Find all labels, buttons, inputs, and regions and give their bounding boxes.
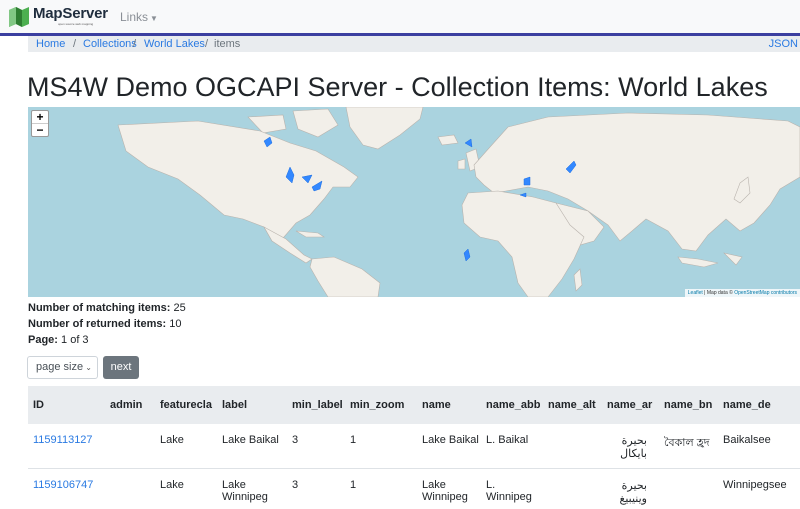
returned-items-label: Number of returned items:	[28, 318, 167, 330]
map[interactable]: + − Leaflet | Map data © OpenStreetMap c…	[28, 107, 800, 297]
next-button[interactable]: next	[103, 356, 139, 379]
column-header[interactable]: featurecla	[155, 386, 217, 424]
table-cell	[543, 468, 602, 509]
column-header[interactable]: name_abb	[481, 386, 543, 424]
page-label: Page:	[28, 334, 58, 346]
table-cell: বৈকাল হ্রদ	[659, 424, 718, 469]
attribution-text: | Map data ©	[702, 290, 735, 296]
zoom-out-button[interactable]: −	[32, 124, 48, 136]
json-link[interactable]: JSON	[769, 36, 798, 52]
links-dropdown[interactable]: Links ▼	[120, 10, 158, 24]
result-stats: Number of matching items: 25 Number of r…	[28, 300, 186, 348]
table-row: 1159106747 Lake Lake Winnipeg 3 1 Lake W…	[28, 468, 800, 509]
breadcrumb-separator: /	[205, 38, 209, 50]
table-cell: L. Baikal	[481, 424, 543, 469]
table-cell: 1	[345, 424, 417, 469]
column-header[interactable]: name_ar	[602, 386, 659, 424]
brand-name[interactable]: MapServer	[33, 5, 108, 22]
item-id-link[interactable]: 1159113127	[33, 434, 93, 446]
column-header[interactable]: name_alt	[543, 386, 602, 424]
matching-items-value: 25	[173, 302, 186, 314]
column-header[interactable]: label	[217, 386, 287, 424]
table-cell: Lake Winnipeg	[417, 468, 481, 509]
breadcrumb-world-lakes[interactable]: World Lakes	[144, 38, 205, 50]
column-header[interactable]: name	[417, 386, 481, 424]
chevron-down-icon: ⌄	[85, 363, 92, 372]
matching-items: Number of matching items: 25	[28, 300, 186, 316]
breadcrumb: Home / Collections / World Lakes / items…	[28, 36, 800, 52]
table-cell	[105, 424, 155, 469]
links-label: Links	[120, 10, 149, 24]
table-row: 1159113127 Lake Lake Baikal 3 1 Lake Bai…	[28, 424, 800, 469]
table-cell: Lake Baikal	[217, 424, 287, 469]
returned-items-value: 10	[169, 318, 182, 330]
table-cell: Winnipegsee	[718, 468, 800, 509]
page-value: 1 of 3	[61, 334, 89, 346]
breadcrumb-home[interactable]: Home	[36, 38, 65, 50]
table-cell: Lake	[155, 424, 217, 469]
page-size-label: page size	[36, 361, 84, 373]
osm-link[interactable]: OpenStreetMap contributors	[734, 290, 797, 296]
caret-down-icon: ▼	[150, 14, 158, 23]
table-cell: Lake Baikal	[417, 424, 481, 469]
table-cell: L. Winnipeg	[481, 468, 543, 509]
breadcrumb-collections[interactable]: Collections	[83, 38, 137, 50]
table-cell: 1	[345, 468, 417, 509]
table-cell: 3	[287, 424, 345, 469]
column-header[interactable]: min_zoom	[345, 386, 417, 424]
table-cell	[543, 424, 602, 469]
column-header[interactable]: min_label	[287, 386, 345, 424]
items-table: ID admin featurecla label min_label min_…	[28, 386, 800, 509]
page-size-select[interactable]: page size ⌄	[27, 356, 98, 379]
table-cell	[105, 468, 155, 509]
column-header[interactable]: name_de	[718, 386, 800, 424]
table-cell: بحيرة بايكال	[602, 424, 659, 469]
table-cell: Lake Winnipeg	[217, 468, 287, 509]
mapserver-logo-icon[interactable]	[8, 6, 30, 28]
zoom-control: + −	[31, 110, 49, 137]
leaflet-link[interactable]: Leaflet	[688, 290, 703, 296]
navbar: MapServer open source web mapping Links ▼	[0, 0, 800, 36]
table-cell: 3	[287, 468, 345, 509]
map-basemap	[117, 107, 800, 297]
page-info: Page: 1 of 3	[28, 332, 186, 348]
returned-items: Number of returned items: 10	[28, 316, 186, 332]
table-cell	[659, 468, 718, 509]
brand-tagline: open source web mapping	[58, 22, 94, 26]
table-cell: Baikalsee	[718, 424, 800, 469]
item-id-link[interactable]: 1159106747	[33, 479, 93, 491]
table-cell: بحيرة وينيبيغ	[602, 468, 659, 509]
column-header[interactable]: admin	[105, 386, 155, 424]
breadcrumb-separator: /	[73, 38, 77, 50]
breadcrumb-separator: /	[133, 38, 137, 50]
table-cell: Lake	[155, 468, 217, 509]
matching-items-label: Number of matching items:	[28, 302, 171, 314]
breadcrumb-items: items	[214, 38, 241, 50]
column-header[interactable]: ID	[28, 386, 105, 424]
column-header[interactable]: name_bn	[659, 386, 718, 424]
page-title: MS4W Demo OGCAPI Server - Collection Ite…	[27, 72, 768, 102]
table-header-row: ID admin featurecla label min_label min_…	[28, 386, 800, 424]
map-attribution: Leaflet | Map data © OpenStreetMap contr…	[684, 289, 800, 297]
